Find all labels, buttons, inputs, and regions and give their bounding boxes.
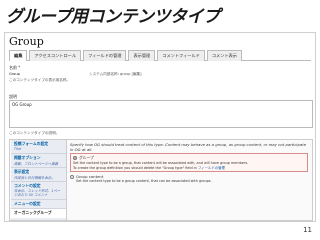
screenshot-frame: Group 編集 アクセスコントロール フィールドの管理 表示管理 コメントフィ… — [4, 32, 316, 222]
og-settings: Specify how OG should treat content of t… — [70, 142, 308, 218]
name-label: 名前 * — [9, 65, 21, 70]
vtab-summary: 掲載、フロントページへ掲載 — [14, 162, 59, 166]
group-content-radio[interactable] — [70, 175, 74, 180]
group-radio[interactable] — [73, 156, 77, 160]
machine-name: システム内部名称: group [編集] — [89, 72, 142, 76]
slide-title: グループ用コンテンツタイプ — [6, 7, 220, 27]
description-textarea[interactable]: OG Group — [9, 100, 313, 128]
tab-edit[interactable]: 編集 — [9, 50, 28, 61]
tab-manage-fields[interactable]: フィールドの管理 — [83, 50, 127, 61]
vtab-title: オーガニックグループ — [14, 210, 52, 215]
group-option-highlight: グループ Set the content type to be a group,… — [70, 153, 308, 173]
tab-comment-fields[interactable]: コメントフィールド — [157, 50, 205, 61]
vtab-menu-settings[interactable]: メニューの設定 — [11, 200, 66, 209]
vtab-comment-settings[interactable]: コメントの設定 非表示、スレッド形式、1ページあたり 50 コメント — [11, 182, 66, 200]
tab-manage-display[interactable]: 表示管理 — [128, 50, 156, 61]
vtab-display-settings[interactable]: 表示設定 作成者と日付情報を表示。 — [11, 168, 66, 182]
vtab-publishing-options[interactable]: 掲載オプション 掲載、フロントページへ掲載 — [11, 154, 66, 168]
name-value[interactable]: Group — [9, 72, 20, 76]
name-help: このコンテンツタイプの表示用名称。 — [9, 78, 71, 82]
vtab-organic-groups[interactable]: オーガニックグループ — [11, 209, 66, 218]
description-value: OG Group — [12, 102, 32, 107]
manage-fields-link[interactable]: フィールドの管理 — [198, 166, 225, 170]
og-description: Specify how OG should treat content of t… — [70, 142, 307, 152]
vtab-summary: 非表示、スレッド形式、1ページあたり 50 コメント — [14, 189, 61, 197]
vertical-tabs: 投稿フォームの設定 Title 掲載オプション 掲載、フロントページへ掲載 表示… — [11, 140, 67, 220]
group-content-help: Set the content type to be a group conte… — [76, 179, 212, 184]
group-help-2: To create the group definition you shoul… — [73, 165, 197, 170]
page-number: 11 — [303, 226, 312, 234]
page-title: Group — [9, 35, 44, 48]
vtab-title: メニューの設定 — [14, 201, 41, 206]
description-help: このコンテンツタイプの説明。 — [9, 131, 60, 135]
tab-bar: 編集 アクセスコントロール フィールドの管理 表示管理 コメントフィールド コメ… — [9, 50, 311, 61]
vtab-submission-form[interactable]: 投稿フォームの設定 Title — [11, 140, 66, 154]
settings-panel: 投稿フォームの設定 Title 掲載オプション 掲載、フロントページへ掲載 表示… — [9, 139, 313, 221]
tab-comment-display[interactable]: コメント表示 — [206, 50, 242, 61]
vtab-summary: 作成者と日付情報を表示。 — [14, 176, 55, 180]
tab-access-control[interactable]: アクセスコントロール — [29, 50, 82, 61]
vtab-summary: Title — [14, 147, 22, 151]
